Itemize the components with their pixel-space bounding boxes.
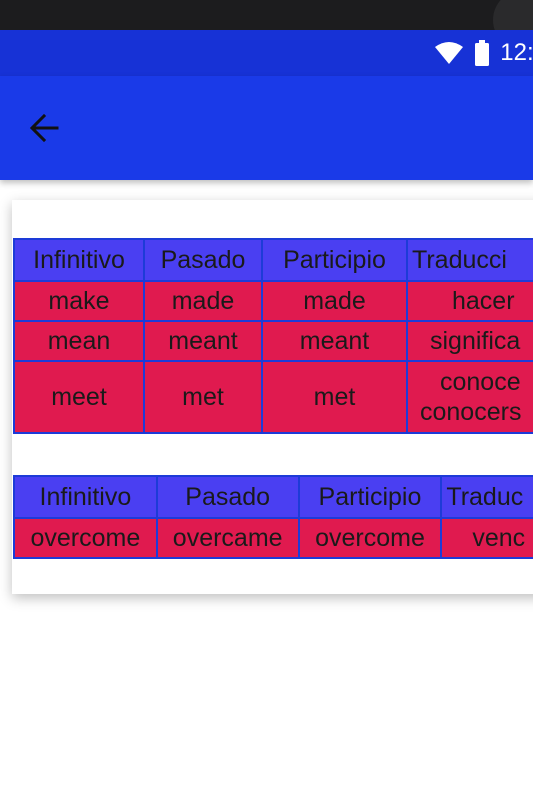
back-button[interactable] <box>22 106 66 150</box>
cell-infinitivo: overcome <box>13 517 158 559</box>
status-time: 12:3 <box>500 39 533 66</box>
cell-pasado: overcame <box>155 517 300 559</box>
header-participio: Participio <box>297 475 443 519</box>
cell-traduccion: hacer <box>406 280 533 322</box>
verb-card: Infinitivo Pasado Participio Traducci ma… <box>12 200 533 594</box>
translation-line-2: conocers <box>420 398 522 426</box>
header-infinitivo: Infinitivo <box>13 238 145 282</box>
cell-traduccion: venc <box>440 517 533 559</box>
status-icons: 12:3 <box>434 30 533 76</box>
header-pasado: Pasado <box>155 475 300 519</box>
cell-traduccion: conoce conocers <box>406 360 533 434</box>
cell-pasado: made <box>143 280 263 322</box>
arrow-left-icon <box>29 113 59 143</box>
cell-infinitivo: make <box>13 280 145 322</box>
verb-table-1: Infinitivo Pasado Participio Traducci ma… <box>13 238 533 434</box>
verb-table-2: Infinitivo Pasado Participio Traduc over… <box>13 475 533 559</box>
cell-participio: made <box>261 280 408 322</box>
header-traduccion: Traducci <box>406 238 533 282</box>
header-infinitivo: Infinitivo <box>13 475 158 519</box>
header-pasado: Pasado <box>143 238 263 282</box>
cell-participio: meant <box>261 320 408 362</box>
app-bar <box>0 76 533 180</box>
device-bezel <box>0 0 533 50</box>
cell-pasado: met <box>143 360 263 434</box>
cell-infinitivo: meet <box>13 360 145 434</box>
header-participio: Participio <box>261 238 408 282</box>
header-traduccion: Traduc <box>440 475 533 519</box>
table-row: mean meant meant significa <box>13 320 533 362</box>
battery-icon <box>475 40 490 66</box>
wifi-icon <box>435 42 464 64</box>
cell-traduccion: significa <box>406 320 533 362</box>
table-header-row: Infinitivo Pasado Participio Traducci <box>13 238 533 282</box>
cell-pasado: meant <box>143 320 263 362</box>
table-row: make made made hacer <box>13 280 533 322</box>
table-row: meet met met conoce conocers <box>13 360 533 434</box>
status-bar: 12:3 <box>0 30 533 76</box>
cell-participio: met <box>261 360 408 434</box>
screen: 12:3 Infinitivo Pasado Participio Traduc… <box>0 0 533 800</box>
cell-participio: overcome <box>297 517 443 559</box>
table-row: overcome overcame overcome venc <box>13 517 533 559</box>
cell-infinitivo: mean <box>13 320 145 362</box>
translation-line-1: conoce <box>440 368 521 396</box>
table-header-row: Infinitivo Pasado Participio Traduc <box>13 475 533 519</box>
